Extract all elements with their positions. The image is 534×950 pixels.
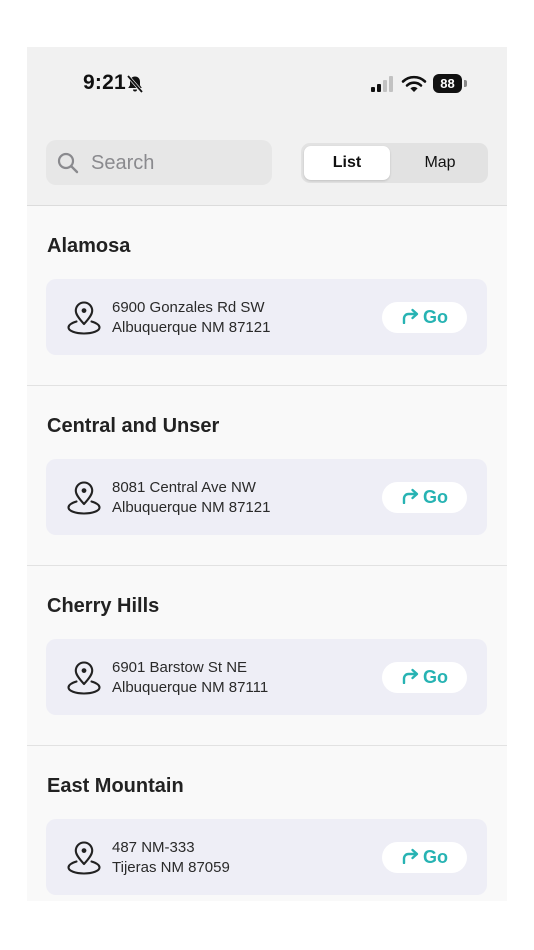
address-line-2: Albuquerque NM 87121 — [112, 319, 271, 336]
app-screen: 9:21 88 Search List Map Alamosa 6900 Gon… — [27, 47, 507, 901]
address: 487 NM-333 Tijeras NM 87059 — [112, 838, 230, 878]
location-card[interactable]: 8081 Central Ave NW Albuquerque NM 87121… — [46, 459, 487, 535]
bell-slash-icon — [126, 74, 144, 94]
location-card[interactable]: 6900 Gonzales Rd SW Albuquerque NM 87121… — [46, 279, 487, 355]
search-input[interactable]: Search — [46, 140, 272, 185]
location-section: Cherry Hills 6901 Barstow St NE Albuquer… — [27, 566, 507, 746]
directions-arrow-icon — [402, 848, 419, 864]
location-section: Central and Unser 8081 Central Ave NW Al… — [27, 386, 507, 566]
address-line-2: Albuquerque NM 87111 — [112, 679, 269, 696]
location-name: Alamosa — [47, 235, 131, 257]
search-icon — [57, 152, 79, 174]
map-pin-icon — [67, 841, 101, 875]
address-line-1: 6901 Barstow St NE — [112, 659, 248, 676]
address-line-1: 487 NM-333 — [112, 839, 195, 856]
map-pin-icon — [67, 661, 101, 695]
go-button[interactable]: Go — [382, 842, 467, 873]
tab-map[interactable]: Map — [395, 146, 485, 180]
status-time: 9:21 — [83, 71, 126, 94]
go-label: Go — [423, 487, 448, 507]
location-name: East Mountain — [47, 775, 184, 797]
map-pin-icon — [67, 301, 101, 335]
tab-list[interactable]: List — [304, 146, 390, 180]
address: 6901 Barstow St NE Albuquerque NM 87111 — [112, 658, 268, 698]
go-button[interactable]: Go — [382, 482, 467, 513]
location-section: East Mountain 487 NM-333 Tijeras NM 8705… — [27, 746, 507, 901]
go-label: Go — [423, 307, 448, 327]
go-button[interactable]: Go — [382, 302, 467, 333]
search-placeholder: Search — [91, 152, 155, 174]
address: 8081 Central Ave NW Albuquerque NM 87121 — [112, 478, 270, 518]
signal-icon — [371, 76, 393, 92]
status-bar: 9:21 88 — [27, 47, 507, 122]
battery-level: 88 — [433, 74, 462, 93]
directions-arrow-icon — [402, 668, 419, 684]
go-label: Go — [423, 667, 448, 687]
map-pin-icon — [67, 481, 101, 515]
battery-icon: 88 — [433, 74, 467, 94]
address-line-1: 6900 Gonzales Rd SW — [112, 299, 265, 316]
directions-arrow-icon — [402, 488, 419, 504]
location-list: Alamosa 6900 Gonzales Rd SW Albuquerque … — [27, 206, 507, 901]
battery-tip — [464, 80, 467, 87]
go-button[interactable]: Go — [382, 662, 467, 693]
location-card[interactable]: 487 NM-333 Tijeras NM 87059 Go — [46, 819, 487, 895]
address-line-2: Tijeras NM 87059 — [112, 859, 230, 876]
location-name: Central and Unser — [47, 415, 220, 437]
address-line-2: Albuquerque NM 87121 — [112, 499, 271, 516]
address-line-1: 8081 Central Ave NW — [112, 479, 256, 496]
header: 9:21 88 Search List Map — [27, 47, 507, 206]
location-name: Cherry Hills — [47, 595, 160, 617]
view-toggle: List Map — [301, 143, 488, 183]
go-label: Go — [423, 847, 448, 867]
address: 6900 Gonzales Rd SW Albuquerque NM 87121 — [112, 298, 270, 338]
location-section: Alamosa 6900 Gonzales Rd SW Albuquerque … — [27, 206, 507, 386]
wifi-icon — [401, 75, 427, 92]
directions-arrow-icon — [402, 308, 419, 324]
location-card[interactable]: 6901 Barstow St NE Albuquerque NM 87111 … — [46, 639, 487, 715]
